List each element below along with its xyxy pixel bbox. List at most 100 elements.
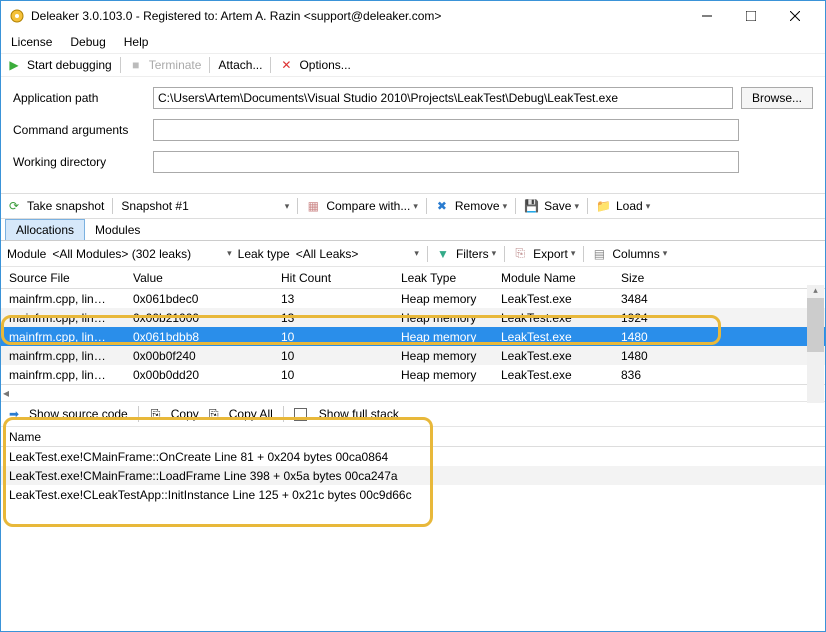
snapshot-toolbar: ⟳ Take snapshot Snapshot #1▾ ▦ Compare w… [1,193,825,219]
chevron-down-icon: ▾ [571,248,576,259]
chevron-down-icon: ▾ [413,201,418,212]
save-icon: 💾 [524,199,538,213]
col-leak-type[interactable]: Leak Type [401,271,501,285]
col-value[interactable]: Value [133,271,281,285]
minimize-button[interactable] [685,2,729,30]
remove-button[interactable]: Remove ▾ [455,199,507,213]
compare-button[interactable]: Compare with... ▾ [326,199,418,213]
module-filter[interactable]: <All Modules> (302 leaks)▾ [52,247,231,261]
funnel-icon: ▼ [436,247,450,261]
table-row[interactable]: mainfrm.cpp, lin…0x00b0f24010Heap memory… [1,346,825,365]
terminate-button[interactable]: Terminate [149,58,202,72]
chevron-down-icon: ▾ [574,201,579,212]
tab-modules[interactable]: Modules [85,220,150,240]
table-row[interactable]: mainfrm.cpp, lin…0x061bdbb810Heap memory… [1,327,825,346]
divider [583,246,584,262]
load-button[interactable]: Load ▾ [616,199,650,213]
app-path-input[interactable] [153,87,733,109]
divider [138,406,139,422]
stack-toolbar: ➡ Show source code ⎘ Copy ⎘ Copy All Sho… [1,401,825,427]
divider [120,57,121,73]
menubar: License Debug Help [1,31,825,53]
col-hit-count[interactable]: Hit Count [281,271,401,285]
stack-row[interactable]: LeakTest.exe!CLeakTestApp::InitInstance … [1,485,825,504]
maximize-button[interactable] [729,2,773,30]
play-icon: ▶ [7,58,21,72]
show-full-stack-checkbox[interactable] [294,408,307,421]
columns-icon: ▤ [592,247,606,261]
cmd-args-label: Command arguments [13,123,153,137]
app-path-label: Application path [13,91,153,105]
filter-bar: Module <All Modules> (302 leaks)▾ Leak t… [1,241,825,267]
config-fields: Application path Browse... Command argum… [1,77,825,193]
stack-table: LeakTest.exe!CMainFrame::OnCreate Line 8… [1,447,825,504]
chevron-down-icon: ▾ [414,248,419,259]
work-dir-label: Working directory [13,155,153,169]
work-dir-input[interactable] [153,151,739,173]
window-title: Deleaker 3.0.103.0 - Registered to: Arte… [31,9,685,23]
copy-button[interactable]: Copy [171,407,199,421]
chevron-down-icon: ▾ [227,248,232,259]
table-row[interactable]: mainfrm.cpp, lin…0x00b2100013Heap memory… [1,308,825,327]
options-button[interactable]: Options... [299,58,350,72]
show-full-stack-label: Show full stack [319,407,399,421]
chevron-down-icon: ▾ [503,201,508,212]
stack-header: Name [1,427,825,447]
remove-icon: ✖ [435,199,449,213]
leak-type-filter[interactable]: <All Leaks>▾ [296,247,419,261]
load-icon: 📁 [596,199,610,213]
toolbar: ▶ Start debugging ■ Terminate Attach... … [1,53,825,77]
take-snapshot-button[interactable]: Take snapshot [27,199,104,213]
divider [515,198,516,214]
refresh-icon: ⟳ [7,199,21,213]
leak-type-label: Leak type [238,247,290,261]
chevron-down-icon: ▾ [285,201,290,212]
vertical-scrollbar[interactable]: ▴ [807,285,824,403]
divider [426,198,427,214]
snapshot-select[interactable]: Snapshot #1▾ [121,199,289,213]
col-source-file[interactable]: Source File [1,271,133,285]
divider [297,198,298,214]
tab-allocations[interactable]: Allocations [5,219,85,240]
module-label: Module [7,247,46,261]
col-size[interactable]: Size [621,271,721,285]
close-button[interactable] [773,2,817,30]
start-debugging-button[interactable]: Start debugging [27,58,112,72]
divider [504,246,505,262]
attach-button[interactable]: Attach... [218,58,262,72]
chevron-down-icon: ▾ [663,248,668,259]
stack-row[interactable]: LeakTest.exe!CMainFrame::LoadFrame Line … [1,466,825,485]
stack-row[interactable]: LeakTest.exe!CMainFrame::OnCreate Line 8… [1,447,825,466]
options-icon: ✕ [279,58,293,72]
divider [587,198,588,214]
copy-all-button[interactable]: Copy All [229,407,273,421]
copy-all-icon: ⎘ [207,407,221,422]
filters-button[interactable]: Filters ▾ [456,247,496,261]
table-row[interactable]: mainfrm.cpp, lin…0x061bdec013Heap memory… [1,289,825,308]
export-button[interactable]: Export ▾ [533,247,575,261]
col-module-name[interactable]: Module Name [501,271,621,285]
chevron-down-icon: ▾ [492,248,497,259]
menu-help[interactable]: Help [124,35,149,49]
col-name[interactable]: Name [9,430,41,444]
allocations-header: Source File Value Hit Count Leak Type Mo… [1,267,825,289]
show-source-button[interactable]: Show source code [29,407,128,421]
menu-license[interactable]: License [11,35,52,49]
divider [112,198,113,214]
save-button[interactable]: Save ▾ [544,199,579,213]
export-icon: ⎘ [513,246,527,261]
columns-button[interactable]: Columns ▾ [612,247,667,261]
cmd-args-input[interactable] [153,119,739,141]
app-icon [9,8,25,24]
chevron-down-icon: ▾ [646,201,651,212]
compare-icon: ▦ [306,199,320,213]
tabs: Allocations Modules [1,219,825,241]
arrow-right-icon: ➡ [7,407,21,421]
browse-button[interactable]: Browse... [741,87,813,109]
menu-debug[interactable]: Debug [70,35,105,49]
divider [283,406,284,422]
scroll-left-icon[interactable]: ◂ [3,386,9,400]
horizontal-scrollbar[interactable]: ◂ ▸ [1,384,825,401]
table-row[interactable]: mainfrm.cpp, lin…0x00b0dd2010Heap memory… [1,365,825,384]
titlebar: Deleaker 3.0.103.0 - Registered to: Arte… [1,1,825,31]
